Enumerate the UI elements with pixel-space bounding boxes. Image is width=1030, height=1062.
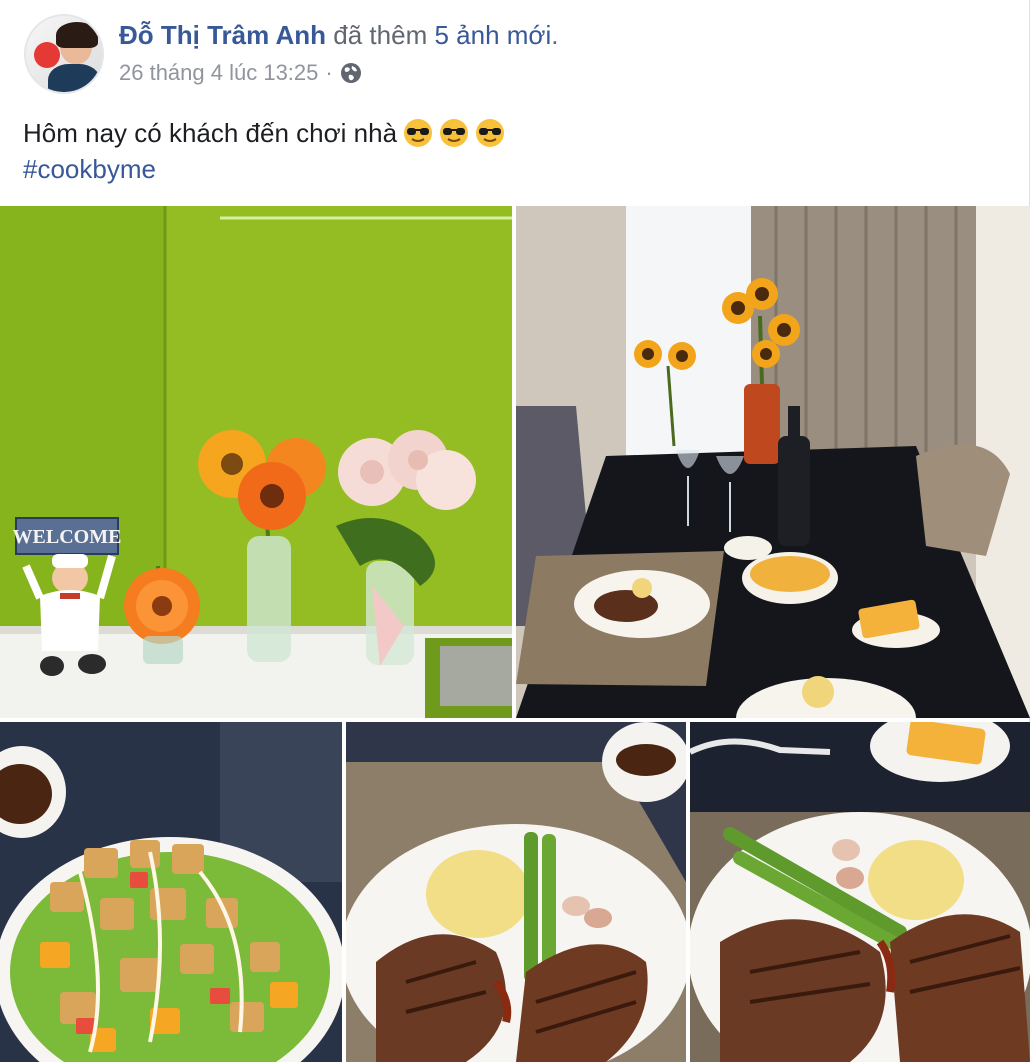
new-photos-link[interactable]: 5 ảnh mới	[434, 20, 551, 50]
photo-3-salad[interactable]	[0, 722, 342, 1062]
author-avatar[interactable]	[24, 14, 104, 94]
sunglasses-emoji	[475, 118, 505, 148]
header-period: .	[551, 20, 559, 50]
post-message: Hôm nay có khách đến chơi nhà	[23, 118, 398, 148]
photo-4-steak-plate[interactable]	[346, 722, 686, 1062]
post-meta: 26 tháng 4 lúc 13:25 ·	[119, 60, 362, 86]
sunglasses-emoji	[403, 118, 433, 148]
welcome-sign-text: WELCOME	[13, 526, 122, 548]
photo-1-flowers-welcome[interactable]: WELCOME	[0, 206, 512, 718]
author-name-link[interactable]: Đỗ Thị Trâm Anh	[119, 20, 326, 50]
post-timestamp[interactable]: 26 tháng 4 lúc 13:25	[119, 60, 318, 86]
avatar-heart-shape	[34, 42, 60, 68]
post-header: Đỗ Thị Trâm Anh đã thêm 5 ảnh mới.	[119, 20, 558, 51]
hashtag-link[interactable]: #cookbyme	[23, 151, 156, 187]
post-body: Hôm nay có khách đến chơi nhà #cookbyme	[23, 115, 505, 187]
photo-2-dining-table[interactable]	[516, 206, 1030, 718]
facebook-post: Đỗ Thị Trâm Anh đã thêm 5 ảnh mới. 26 th…	[0, 0, 1030, 1062]
meta-separator: ·	[325, 60, 333, 85]
photo-5-steak-asparagus[interactable]	[690, 722, 1030, 1062]
post-action-text: đã thêm	[333, 20, 428, 50]
globe-icon[interactable]	[340, 62, 362, 84]
sunglasses-emoji	[439, 118, 469, 148]
